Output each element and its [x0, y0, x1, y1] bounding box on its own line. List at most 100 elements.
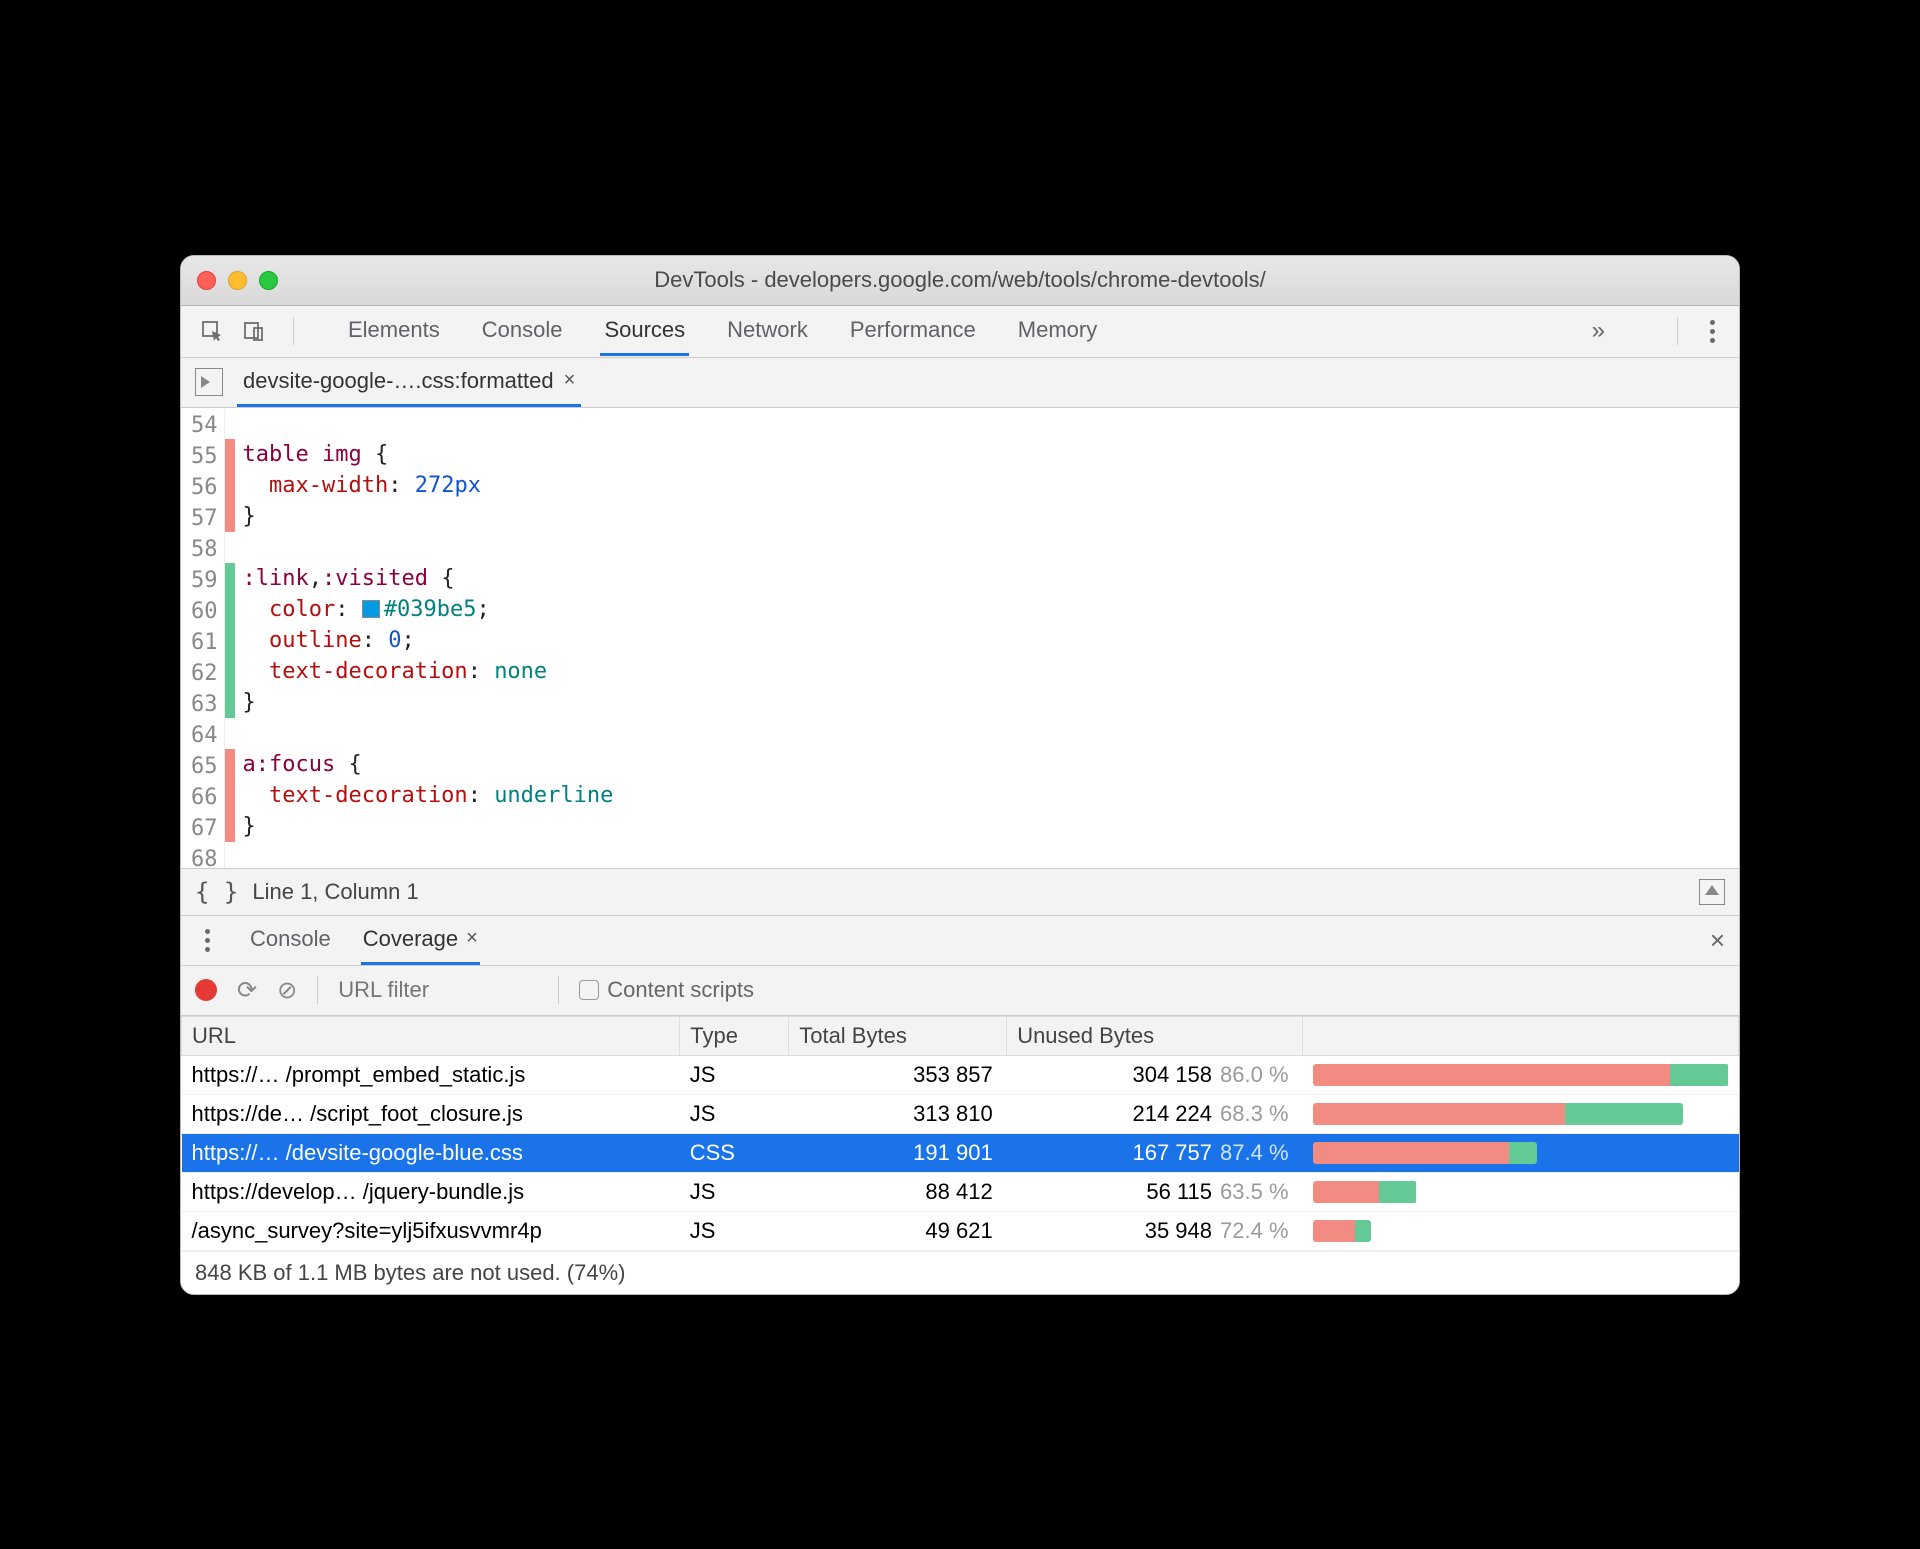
tab-console[interactable]: Console	[478, 307, 567, 356]
line-number: 58	[191, 534, 218, 565]
code-line[interactable]: max-width: 272px	[243, 470, 614, 501]
code-line[interactable]: }	[243, 687, 614, 718]
code-line[interactable]: }	[243, 501, 614, 532]
minimize-window-button[interactable]	[228, 271, 247, 290]
clear-icon[interactable]: ⊘	[277, 976, 297, 1005]
toggle-details-icon[interactable]	[1699, 879, 1725, 905]
cell-total: 353 857	[789, 1055, 1007, 1094]
coverage-marker	[225, 687, 235, 718]
coverage-marker	[225, 439, 235, 470]
cell-url: https://… /prompt_embed_static.js	[182, 1055, 680, 1094]
devtools-window: DevTools - developers.google.com/web/too…	[180, 255, 1740, 1295]
table-row[interactable]: https://… /prompt_embed_static.jsJS353 8…	[182, 1055, 1739, 1094]
separator	[293, 317, 294, 345]
tab-performance[interactable]: Performance	[846, 307, 980, 356]
coverage-marker	[225, 842, 235, 868]
code-line[interactable]	[243, 842, 614, 868]
cell-type: JS	[680, 1094, 789, 1133]
cell-url: /async_survey?site=ylj5ifxusvvmr4p	[182, 1211, 680, 1250]
table-row[interactable]: https://de… /script_foot_closure.jsJS313…	[182, 1094, 1739, 1133]
coverage-marker	[225, 656, 235, 687]
pretty-print-icon[interactable]: { }	[195, 878, 238, 906]
tab-network[interactable]: Network	[723, 307, 812, 356]
col-bar[interactable]	[1303, 1016, 1739, 1055]
inspect-icon[interactable]	[195, 314, 229, 348]
maximize-window-button[interactable]	[259, 271, 278, 290]
coverage-marker	[225, 532, 235, 563]
coverage-marker	[225, 811, 235, 842]
col-type[interactable]: Type	[680, 1016, 789, 1055]
drawer-menu-icon[interactable]	[195, 929, 220, 952]
drawer-tabbar: Console Coverage× ×	[181, 916, 1739, 966]
line-number: 67	[191, 813, 218, 844]
coverage-toolbar: ⟳ ⊘ Content scripts	[181, 966, 1739, 1016]
line-number: 60	[191, 596, 218, 627]
titlebar: DevTools - developers.google.com/web/too…	[181, 256, 1739, 306]
close-window-button[interactable]	[197, 271, 216, 290]
editor-statusbar: { } Line 1, Column 1	[181, 868, 1739, 916]
drawer-tab-console[interactable]: Console	[248, 916, 333, 965]
more-tabs-icon[interactable]: »	[1592, 317, 1605, 345]
drawer-tab-coverage[interactable]: Coverage×	[361, 916, 480, 965]
line-number: 68	[191, 844, 218, 868]
table-row[interactable]: https://develop… /jquery-bundle.jsJS88 4…	[182, 1172, 1739, 1211]
close-drawer-tab-icon[interactable]: ×	[466, 927, 478, 950]
close-drawer-icon[interactable]: ×	[1710, 925, 1725, 956]
navigator-toggle-icon[interactable]	[195, 368, 223, 396]
code-line[interactable]: outline: 0;	[243, 625, 614, 656]
line-number: 55	[191, 441, 218, 472]
cell-url: https://de… /script_foot_closure.js	[182, 1094, 680, 1133]
line-number: 56	[191, 472, 218, 503]
code-line[interactable]	[243, 532, 614, 563]
cell-unused: 35 94872.4 %	[1007, 1211, 1303, 1250]
coverage-marker	[225, 718, 235, 749]
code-line[interactable]: text-decoration: underline	[243, 780, 614, 811]
col-url[interactable]: URL	[182, 1016, 680, 1055]
separator	[1677, 317, 1678, 345]
code-line[interactable]	[243, 408, 614, 439]
code-line[interactable]: }	[243, 811, 614, 842]
code-line[interactable]: table img {	[243, 439, 614, 470]
separator	[317, 976, 318, 1004]
device-toggle-icon[interactable]	[237, 314, 271, 348]
code-editor[interactable]: 545556575859606162636465666768 table img…	[181, 408, 1739, 868]
line-number: 57	[191, 503, 218, 534]
coverage-marker	[225, 625, 235, 656]
code-line[interactable]: color: #039be5;	[243, 594, 614, 625]
file-tab[interactable]: devsite-google-….css:formatted ×	[237, 358, 581, 407]
cell-unused: 214 22468.3 %	[1007, 1094, 1303, 1133]
line-number: 54	[191, 410, 218, 441]
col-unused[interactable]: Unused Bytes	[1007, 1016, 1303, 1055]
cell-unused: 56 11563.5 %	[1007, 1172, 1303, 1211]
col-total[interactable]: Total Bytes	[789, 1016, 1007, 1055]
table-row[interactable]: /async_survey?site=ylj5ifxusvvmr4pJS49 6…	[182, 1211, 1739, 1250]
reload-icon[interactable]: ⟳	[237, 976, 257, 1005]
coverage-summary: 848 KB of 1.1 MB bytes are not used. (74…	[181, 1251, 1739, 1294]
cell-url: https://develop… /jquery-bundle.js	[182, 1172, 680, 1211]
record-button[interactable]	[195, 979, 217, 1001]
tab-elements[interactable]: Elements	[344, 307, 444, 356]
code-line[interactable]: a:focus {	[243, 749, 614, 780]
coverage-table: URL Type Total Bytes Unused Bytes https:…	[181, 1016, 1739, 1294]
tab-sources[interactable]: Sources	[600, 307, 689, 356]
traffic-lights	[197, 271, 278, 290]
code-line[interactable]: :link,:visited {	[243, 563, 614, 594]
settings-menu-icon[interactable]	[1700, 320, 1725, 343]
main-tabbar: Elements Console Sources Network Performance…	[181, 306, 1739, 358]
code-line[interactable]: text-decoration: none	[243, 656, 614, 687]
line-number: 62	[191, 658, 218, 689]
cell-unused: 167 75787.4 %	[1007, 1133, 1303, 1172]
cell-type: JS	[680, 1172, 789, 1211]
close-tab-icon[interactable]: ×	[564, 369, 576, 392]
tab-memory[interactable]: Memory	[1014, 307, 1101, 356]
content-scripts-checkbox[interactable]: Content scripts	[579, 977, 754, 1003]
code-line[interactable]	[243, 718, 614, 749]
line-number: 66	[191, 782, 218, 813]
coverage-marker	[225, 563, 235, 594]
cell-bar	[1303, 1055, 1739, 1094]
cell-type: JS	[680, 1055, 789, 1094]
line-number: 59	[191, 565, 218, 596]
cell-total: 191 901	[789, 1133, 1007, 1172]
url-filter-input[interactable]	[338, 977, 538, 1003]
table-row[interactable]: https://… /devsite-google-blue.cssCSS191…	[182, 1133, 1739, 1172]
